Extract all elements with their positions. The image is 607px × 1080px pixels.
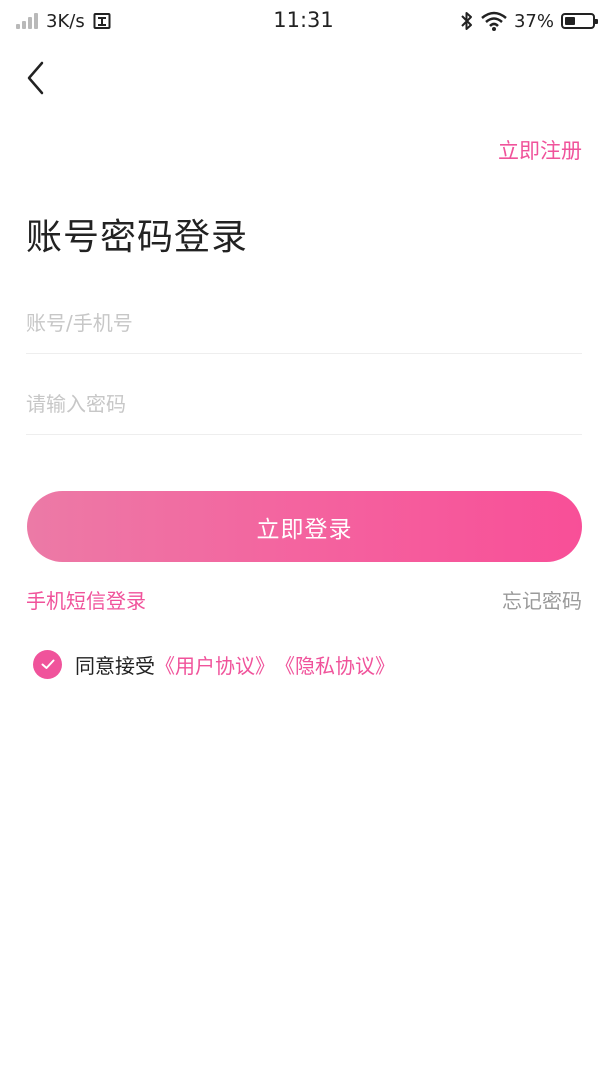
forgot-password-link[interactable]: 忘记密码: [502, 585, 582, 614]
user-agreement-link[interactable]: 《用户协议》: [155, 650, 275, 679]
password-input[interactable]: [26, 374, 582, 434]
battery-level: [565, 17, 575, 25]
back-button[interactable]: [20, 58, 56, 98]
page-title: 账号密码登录: [26, 217, 249, 258]
login-button[interactable]: 立即登录: [27, 491, 582, 562]
privacy-policy-link[interactable]: 《隐私协议》: [275, 650, 395, 679]
account-field-container: [26, 293, 582, 354]
battery-percent: 37%: [513, 10, 554, 32]
wifi-icon: [481, 11, 507, 31]
password-field-container: [26, 374, 582, 435]
agreement-checkbox[interactable]: [33, 649, 62, 679]
register-link[interactable]: 立即注册: [498, 135, 582, 165]
status-bar: 3K/s 11:31 37%: [0, 0, 607, 42]
bluetooth-icon: [461, 12, 472, 30]
sms-login-link[interactable]: 手机短信登录: [26, 585, 146, 614]
agreement-row: 同意接受 《用户协议》 《隐私协议》: [33, 648, 395, 680]
battery-icon: [561, 13, 598, 29]
chevron-left-icon: [27, 61, 44, 95]
agreement-prefix: 同意接受: [75, 653, 155, 678]
check-icon: [41, 659, 54, 669]
account-input[interactable]: [26, 293, 582, 353]
status-right: 37%: [460, 10, 598, 32]
